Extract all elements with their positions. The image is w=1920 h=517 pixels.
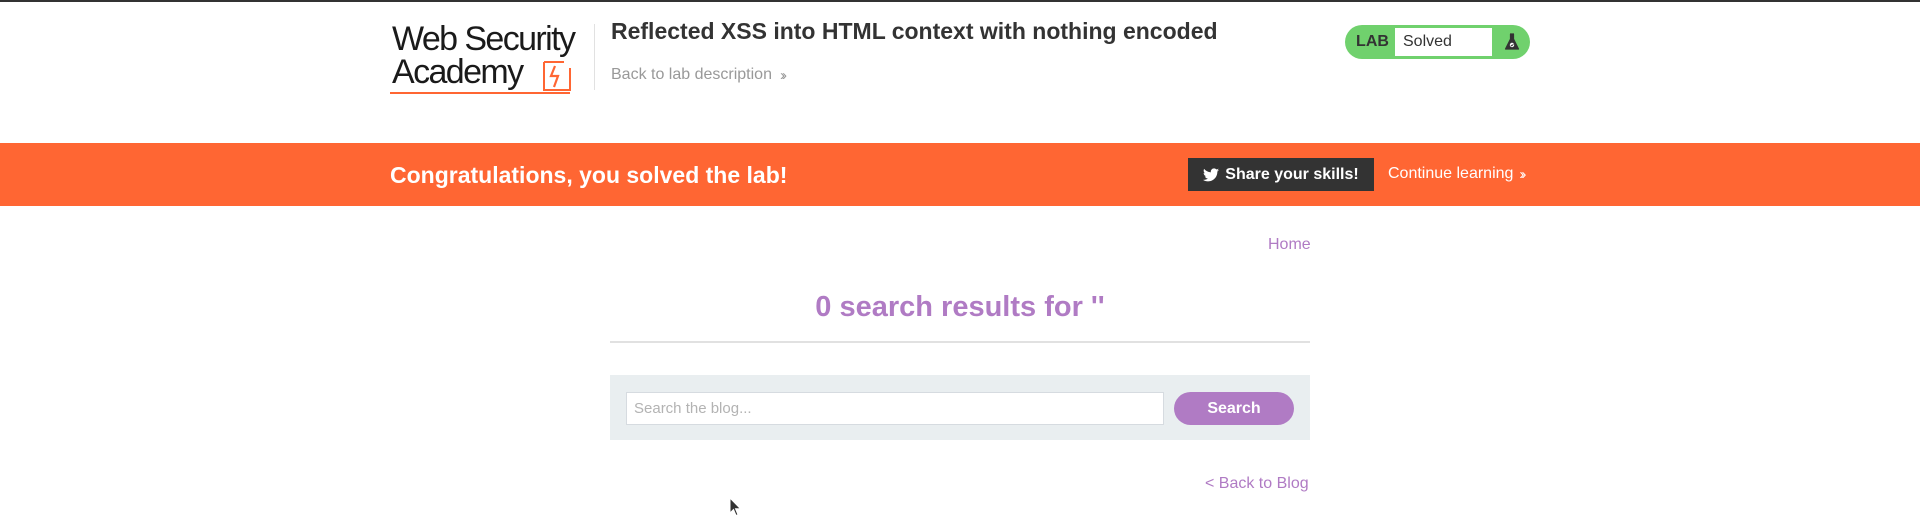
search-results-heading: 0 search results for '' [815, 291, 1105, 323]
congratulations-message: Congratulations, you solved the lab! [390, 162, 788, 188]
back-to-lab-description-label: Back to lab description [611, 66, 772, 83]
double-chevron-right-icon: ›› [1519, 165, 1526, 183]
logo-text-line2: Academy [392, 53, 524, 91]
lab-title: Reflected XSS into HTML context with not… [611, 18, 1218, 44]
lab-header: Web Security Academy Reflected XSS into … [0, 2, 1920, 143]
lab-badge: LAB [1356, 33, 1389, 50]
twitter-bird-icon [1203, 167, 1220, 181]
congratulations-banner: Congratulations, you solved the lab! Sha… [0, 143, 1920, 206]
search-button[interactable]: Search [1174, 392, 1294, 425]
web-security-academy-logo[interactable]: Web Security Academy [390, 22, 590, 98]
logo-underline [390, 92, 570, 94]
search-input[interactable] [626, 392, 1164, 425]
double-chevron-right-icon: ›› [779, 66, 787, 84]
flask-icon [1493, 25, 1530, 59]
continue-learning-link[interactable]: Continue learning ›› [1388, 165, 1526, 183]
share-skills-label: Share your skills! [1225, 165, 1359, 183]
mouse-cursor-icon [729, 497, 742, 517]
lab-status-value: Solved [1394, 27, 1493, 57]
back-to-lab-description-link[interactable]: Back to lab description ›› [611, 66, 787, 84]
header-divider [594, 24, 595, 90]
continue-learning-label: Continue learning [1388, 165, 1514, 182]
lab-status-widget: LAB Solved [1345, 25, 1530, 59]
logo-text-line1: Web Security [392, 20, 576, 58]
lightning-icon [543, 61, 571, 91]
results-divider [610, 341, 1310, 343]
blog-search-form: Search [610, 375, 1310, 440]
home-link[interactable]: Home [1268, 236, 1311, 254]
back-to-blog-link[interactable]: < Back to Blog [1205, 475, 1309, 493]
share-skills-button[interactable]: Share your skills! [1188, 158, 1374, 191]
